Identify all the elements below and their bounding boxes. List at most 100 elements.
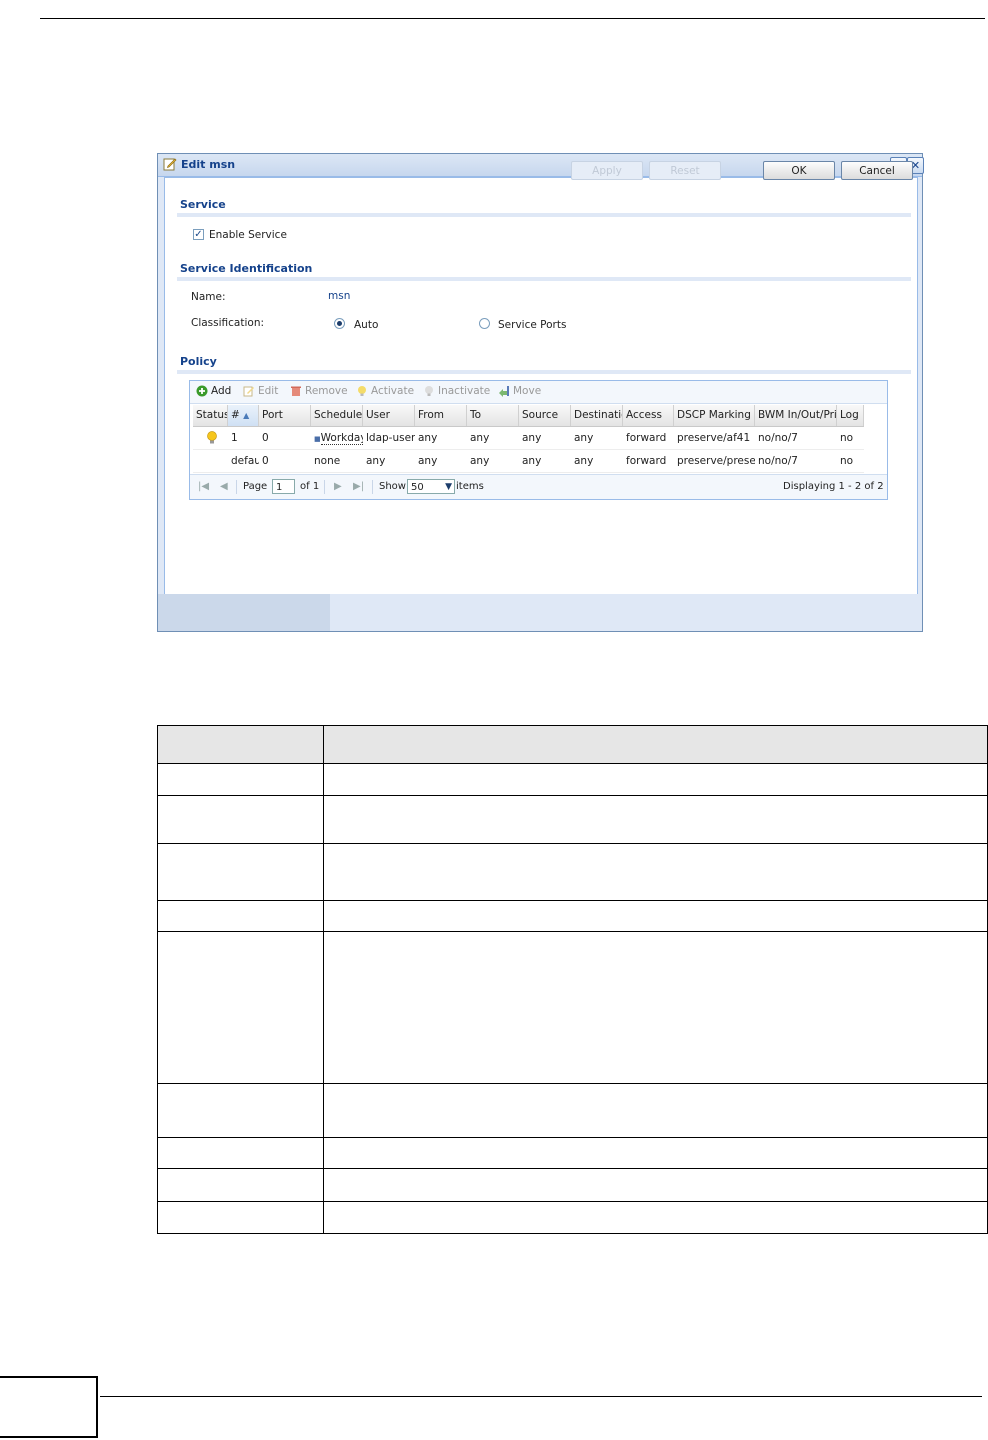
grid-pager: |◀ ◀ Page 1 of 1 ▶ ▶| Show 50 ▼ items Di… <box>190 474 887 499</box>
status-cell[interactable] <box>203 427 228 449</box>
table-cell <box>323 1137 988 1169</box>
table-cell <box>323 1168 988 1202</box>
activate-label: Activate <box>371 385 415 397</box>
page-label: Page <box>243 481 268 492</box>
inactivate-button[interactable]: Inactivate <box>423 385 490 397</box>
column-header-user[interactable]: User <box>363 405 415 426</box>
move-icon <box>499 386 509 397</box>
column-header-access[interactable]: Access <box>623 405 674 426</box>
inactivate-label: Inactivate <box>438 385 491 397</box>
description-table <box>157 725 988 1234</box>
table-row <box>157 1137 988 1169</box>
apply-button: Apply <box>571 161 643 180</box>
row-schedule[interactable]: ■Workday <box>311 427 363 449</box>
policy-grid: Add Edit Remove Activate Inactivate Move… <box>189 380 888 500</box>
column-header-port[interactable]: Port <box>259 405 311 426</box>
lightbulb-icon <box>358 386 366 396</box>
table-row <box>157 900 988 932</box>
page-input[interactable]: 1 <box>272 479 295 494</box>
show-label: Show <box>379 481 406 492</box>
table-row[interactable]: defau 0 none any any any any any forward… <box>193 450 864 473</box>
section-title-policy: Policy <box>180 355 217 368</box>
move-label: Move <box>513 385 542 397</box>
trash-icon <box>291 386 301 396</box>
ok-button[interactable]: OK <box>763 161 835 180</box>
edit-icon <box>163 158 177 171</box>
section-title-identification: Service Identification <box>180 262 313 275</box>
table-cell <box>157 795 324 844</box>
column-header-source[interactable]: Source <box>519 405 571 426</box>
table-row <box>157 1201 988 1234</box>
row-port: 0 <box>262 455 269 467</box>
column-header-number[interactable]: # ▲ <box>228 405 259 426</box>
row-source: any <box>522 455 542 467</box>
page-footer-rule <box>100 1396 982 1397</box>
first-page-icon[interactable]: |◀ <box>198 481 209 492</box>
classification-service-ports-radio[interactable] <box>479 318 490 329</box>
table-cell <box>323 931 988 1084</box>
table-row <box>157 843 988 901</box>
pager-separator <box>324 480 325 494</box>
last-page-icon[interactable]: ▶| <box>353 481 364 492</box>
column-header-dscp[interactable]: DSCP Marking In <box>674 405 755 426</box>
column-header-from[interactable]: From <box>415 405 467 426</box>
row-to: any <box>470 455 490 467</box>
row-user: ldap-users <box>366 432 415 444</box>
policy-toolbar: Add Edit Remove Activate Inactivate Move <box>190 381 887 404</box>
classification-auto-radio[interactable] <box>334 318 345 329</box>
edit-button[interactable]: Edit <box>243 385 278 397</box>
table-header-cell <box>323 725 988 764</box>
table-row[interactable]: 1 0 ■Workday ldap-users any any any any … <box>193 427 864 450</box>
edit-label: Edit <box>258 385 279 397</box>
grid-header: Status # ▲ Port Schedule User From To So… <box>193 405 864 427</box>
reset-button: Reset <box>649 161 721 180</box>
row-user: any <box>366 455 386 467</box>
lightbulb-on-icon <box>207 431 217 444</box>
row-access: forward <box>626 432 667 444</box>
edit-dialog: Edit msn ? ✕ Service ✓ Enable Service Se… <box>157 153 924 632</box>
row-bwm: no/no/7 <box>758 432 798 444</box>
column-header-status[interactable]: Status <box>193 405 228 426</box>
table-row <box>157 1083 988 1138</box>
table-cell <box>323 763 988 796</box>
column-header-to[interactable]: To <box>467 405 519 426</box>
remove-label: Remove <box>305 385 348 397</box>
table-row <box>157 763 988 796</box>
table-cell <box>157 1168 324 1202</box>
row-dscp: preserve/preser <box>677 455 755 467</box>
page-header-rule <box>40 18 985 19</box>
move-button[interactable]: Move <box>498 385 541 397</box>
table-row <box>157 931 988 1084</box>
column-header-schedule[interactable]: Schedule <box>311 405 363 426</box>
column-header-log[interactable]: Log <box>837 405 864 426</box>
row-to: any <box>470 432 490 444</box>
add-label: Add <box>211 385 232 397</box>
table-cell <box>323 900 988 932</box>
edit-icon <box>243 386 254 397</box>
next-page-icon[interactable]: ▶ <box>334 481 342 492</box>
section-divider <box>177 213 911 217</box>
page-number-box <box>0 1376 98 1438</box>
classification-auto-label: Auto <box>354 319 379 331</box>
table-cell <box>157 1201 324 1234</box>
table-cell <box>157 763 324 796</box>
row-port: 0 <box>262 432 269 444</box>
add-button[interactable]: Add <box>196 385 231 397</box>
enable-service-checkbox[interactable]: ✓ <box>193 229 204 240</box>
displaying-count: Displaying 1 - 2 of 2 <box>783 481 884 492</box>
row-access: forward <box>626 455 667 467</box>
table-cell <box>323 1201 988 1234</box>
section-divider <box>177 277 911 281</box>
cancel-button[interactable]: Cancel <box>841 161 913 180</box>
column-header-number-label: # <box>231 409 240 421</box>
row-number: 1 <box>231 432 238 444</box>
prev-page-icon[interactable]: ◀ <box>220 481 228 492</box>
column-header-destination[interactable]: Destinatio <box>571 405 623 426</box>
row-schedule: none <box>314 455 341 467</box>
activate-button[interactable]: Activate <box>356 385 414 397</box>
remove-button[interactable]: Remove <box>290 385 348 397</box>
section-divider <box>177 370 911 374</box>
page-size-select[interactable]: 50 ▼ <box>407 479 455 494</box>
column-header-bwm[interactable]: BWM In/Out/Pri <box>755 405 837 426</box>
table-cell <box>323 1083 988 1138</box>
